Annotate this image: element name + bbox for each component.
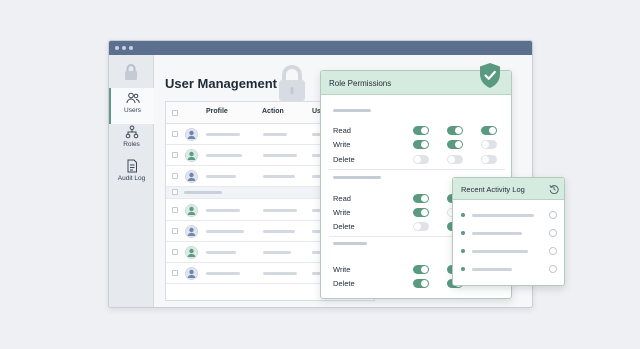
row-checkbox[interactable] xyxy=(172,228,178,234)
window-dot-icon[interactable] xyxy=(122,46,126,50)
permission-toggle[interactable] xyxy=(481,126,497,135)
row-checkbox[interactable] xyxy=(172,152,178,158)
permission-toggle[interactable] xyxy=(413,126,429,135)
sidebar-item-roles[interactable]: Roles xyxy=(109,122,154,158)
row-action-placeholder xyxy=(263,154,297,157)
row-profile-placeholder xyxy=(206,251,236,254)
permission-label: Read xyxy=(333,126,351,135)
users-icon xyxy=(126,92,140,104)
row-action-placeholder xyxy=(263,251,291,254)
audit-log-icon xyxy=(127,159,137,173)
window-titlebar xyxy=(109,41,532,55)
row-profile-placeholder xyxy=(206,175,236,178)
permission-toggle[interactable] xyxy=(413,279,429,288)
clock-icon xyxy=(549,265,557,273)
activity-text-placeholder xyxy=(472,232,522,235)
permission-toggle[interactable] xyxy=(447,155,463,164)
clock-icon xyxy=(549,229,557,237)
row-checkbox[interactable] xyxy=(172,249,178,255)
avatar-icon xyxy=(185,225,198,238)
permission-toggle[interactable] xyxy=(413,140,429,149)
permission-label: Delete xyxy=(333,279,355,288)
permission-toggle[interactable] xyxy=(447,140,463,149)
avatar-icon xyxy=(185,170,198,183)
sidebar-item-label: Users xyxy=(124,107,141,114)
activity-log-title: Recent Activity Log xyxy=(461,185,525,194)
activity-dot-icon xyxy=(461,267,465,271)
row-action-placeholder xyxy=(263,175,295,178)
sidebar-item-audit-log[interactable]: Audit Log xyxy=(109,156,154,192)
permission-toggle[interactable] xyxy=(413,155,429,164)
permission-toggle[interactable] xyxy=(447,126,463,135)
activity-text-placeholder xyxy=(472,214,534,217)
role-group-label-placeholder xyxy=(333,176,381,179)
column-header-profile[interactable]: Profile xyxy=(206,108,228,115)
roles-icon xyxy=(125,125,138,139)
permission-label: Read xyxy=(333,194,351,203)
avatar-icon xyxy=(185,204,198,217)
sidebar-item-users[interactable]: Users xyxy=(109,88,154,124)
avatar-icon xyxy=(185,149,198,162)
row-action-placeholder xyxy=(263,209,297,212)
lock-icon xyxy=(125,64,137,80)
sidebar-item-label: Audit Log xyxy=(117,175,146,182)
row-action-placeholder xyxy=(263,133,287,136)
permission-toggle[interactable] xyxy=(413,208,429,217)
activity-log-header: Recent Activity Log xyxy=(453,178,564,200)
shield-check-icon xyxy=(480,63,500,88)
row-checkbox[interactable] xyxy=(172,207,178,213)
row-profile-placeholder xyxy=(206,154,242,157)
role-group-label-placeholder xyxy=(333,242,367,245)
avatar-icon xyxy=(185,267,198,280)
sidebar-item-label: Roles xyxy=(123,141,140,148)
divider xyxy=(329,236,459,237)
activity-text-placeholder xyxy=(472,268,512,271)
lock-icon xyxy=(279,65,305,101)
permission-toggle[interactable] xyxy=(481,140,497,149)
avatar-icon xyxy=(185,128,198,141)
page-title: User Management xyxy=(165,76,277,91)
select-all-checkbox[interactable] xyxy=(172,110,178,116)
column-header-action[interactable]: Action xyxy=(262,108,284,115)
activity-dot-icon xyxy=(461,249,465,253)
permission-toggle[interactable] xyxy=(413,265,429,274)
row-action-placeholder xyxy=(263,230,295,233)
clock-icon xyxy=(549,247,557,255)
permission-toggle[interactable] xyxy=(413,194,429,203)
activity-log-panel: Recent Activity Log xyxy=(452,177,565,286)
activity-dot-icon xyxy=(461,213,465,217)
permission-label: Write xyxy=(333,265,351,274)
divider xyxy=(329,169,505,170)
avatar-icon xyxy=(185,246,198,259)
activity-text-placeholder xyxy=(472,250,528,253)
permission-label: Delete xyxy=(333,155,355,164)
permission-label: Write xyxy=(333,140,351,149)
sidebar: Users Roles Audit Log xyxy=(109,55,154,307)
row-checkbox[interactable] xyxy=(172,270,178,276)
window-dot-icon[interactable] xyxy=(129,46,133,50)
permission-label: Delete xyxy=(333,222,355,231)
row-checkbox[interactable] xyxy=(172,131,178,137)
permission-toggle[interactable] xyxy=(481,155,497,164)
row-profile-placeholder xyxy=(206,272,240,275)
permission-toggle[interactable] xyxy=(413,222,429,231)
history-icon[interactable] xyxy=(549,184,559,194)
activity-dot-icon xyxy=(461,231,465,235)
row-profile-placeholder xyxy=(206,230,244,233)
group-label-placeholder xyxy=(184,191,222,194)
role-permissions-title: Role Permissions xyxy=(329,79,392,88)
clock-icon xyxy=(549,211,557,219)
role-group-label-placeholder xyxy=(333,109,371,112)
row-profile-placeholder xyxy=(206,133,240,136)
row-profile-placeholder xyxy=(206,209,240,212)
row-action-placeholder xyxy=(263,272,297,275)
row-checkbox[interactable] xyxy=(172,189,178,195)
window-dot-icon[interactable] xyxy=(115,46,119,50)
row-checkbox[interactable] xyxy=(172,173,178,179)
permission-label: Write xyxy=(333,208,351,217)
